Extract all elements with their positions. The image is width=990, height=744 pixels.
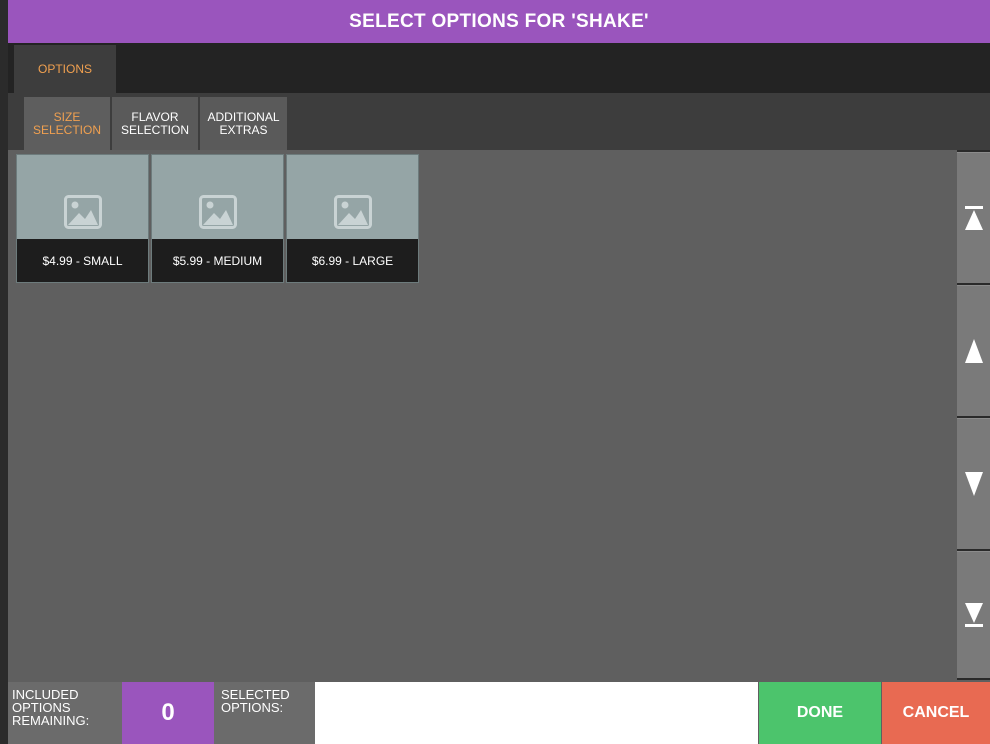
- options-tab-bar: OPTIONS: [8, 43, 990, 93]
- option-group-tab-bar: SIZE SELECTION FLAVOR SELECTION ADDITION…: [8, 93, 990, 150]
- scroll-to-bottom-button[interactable]: [957, 551, 990, 678]
- subtab-size-selection[interactable]: SIZE SELECTION: [24, 97, 110, 150]
- subtab-additional-extras[interactable]: ADDITIONAL EXTRAS: [200, 97, 287, 150]
- scroll-up-button[interactable]: [957, 285, 990, 416]
- option-tile-medium[interactable]: $5.99 - MEDIUM: [151, 154, 284, 283]
- scroll-controls: [957, 150, 990, 680]
- subtab-flavor-selection[interactable]: FLAVOR SELECTION: [112, 97, 198, 150]
- scroll-up-icon: [964, 339, 983, 363]
- option-tile-large[interactable]: $6.99 - LARGE: [286, 154, 419, 283]
- option-label: $6.99 - LARGE: [287, 239, 418, 282]
- selected-options-value: [315, 682, 758, 744]
- done-button[interactable]: DONE: [759, 682, 881, 744]
- scroll-down-icon: [964, 472, 983, 496]
- cancel-button[interactable]: CANCEL: [882, 682, 990, 744]
- scroll-down-button[interactable]: [957, 418, 990, 549]
- options-grid: $4.99 - SMALL $5.99 - MEDIUM $6.99 - LAR…: [8, 150, 957, 680]
- selected-options-label: SELECTED OPTIONS:: [214, 682, 315, 744]
- scroll-to-top-icon: [964, 206, 983, 230]
- option-tile-small[interactable]: $4.99 - SMALL: [16, 154, 149, 283]
- dialog-title: SELECT OPTIONS FOR 'SHAKE': [8, 0, 990, 43]
- option-label: $5.99 - MEDIUM: [152, 239, 283, 282]
- included-options-label: INCLUDED OPTIONS REMAINING:: [8, 682, 122, 744]
- image-placeholder-icon: [199, 195, 237, 229]
- tab-options[interactable]: OPTIONS: [14, 45, 116, 93]
- scroll-to-top-button[interactable]: [957, 152, 990, 283]
- included-options-count: 0: [122, 682, 214, 744]
- footer-bar: INCLUDED OPTIONS REMAINING: 0 SELECTED O…: [8, 680, 990, 744]
- option-label: $4.99 - SMALL: [17, 239, 148, 282]
- image-placeholder-icon: [64, 195, 102, 229]
- image-placeholder-icon: [334, 195, 372, 229]
- scroll-to-bottom-icon: [964, 603, 983, 627]
